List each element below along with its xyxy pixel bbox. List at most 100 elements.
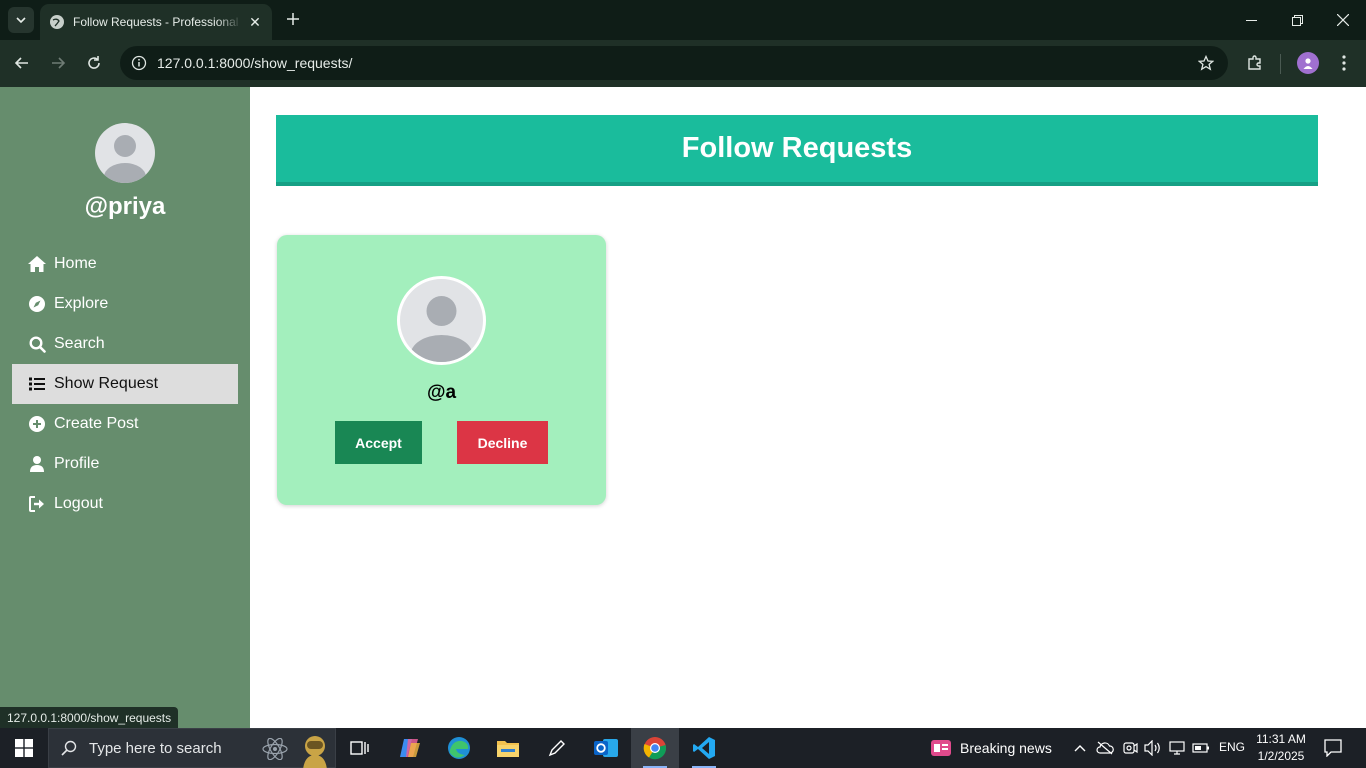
user-icon — [28, 455, 46, 473]
plus-icon — [287, 13, 299, 25]
back-button[interactable] — [8, 49, 36, 77]
close-tab-icon[interactable]: ✕ — [246, 13, 264, 31]
restore-icon — [1291, 14, 1303, 26]
chrome-icon — [643, 737, 667, 760]
requester-avatar[interactable] — [397, 276, 486, 365]
home-icon — [28, 255, 46, 273]
puzzle-icon — [1248, 55, 1261, 70]
sidebar-username: @priya — [84, 193, 166, 220]
notification-icon[interactable] — [1323, 738, 1343, 758]
decline-button[interactable]: Decline — [457, 421, 548, 464]
page-header: Follow Requests — [276, 115, 1318, 186]
chevron-up-icon[interactable] — [1070, 738, 1090, 758]
sidebar-item-home[interactable]: Home — [12, 244, 238, 284]
sidebar: @priya Home Explore Search Show Request … — [0, 87, 250, 728]
sidebar-item-profile[interactable]: Profile — [12, 444, 238, 484]
search-icon — [59, 738, 79, 758]
taskbar-outlook[interactable] — [582, 728, 630, 768]
browser-menu-button[interactable] — [1330, 49, 1358, 77]
atom-icon — [261, 737, 289, 765]
sidebar-item-label: Home — [54, 255, 97, 272]
globe-icon — [50, 15, 64, 29]
close-window-button[interactable] — [1320, 0, 1366, 40]
chevron-down-icon — [16, 17, 26, 24]
clock-time: 11:31 AM — [1256, 732, 1306, 746]
logout-icon — [28, 495, 46, 513]
plus-circle-icon — [28, 415, 46, 433]
language-indicator[interactable]: ENG — [1219, 740, 1245, 754]
taskbar-edge[interactable] — [435, 728, 483, 768]
network-icon[interactable] — [1167, 738, 1187, 758]
task-view-icon — [350, 741, 369, 755]
sidebar-item-logout[interactable]: Logout — [12, 484, 238, 524]
sidebar-item-label: Search — [54, 335, 105, 352]
browser-tab[interactable]: Follow Requests - Professional Network ✕ — [40, 4, 272, 40]
taskbar-search-placeholder: Type here to search — [89, 739, 222, 757]
sidebar-item-search[interactable]: Search — [12, 324, 238, 364]
arrow-left-icon — [14, 57, 28, 69]
news-widget-label[interactable]: Breaking news — [960, 740, 1052, 756]
taskbar-chrome[interactable] — [631, 728, 679, 768]
search-highlight-icon — [295, 731, 333, 768]
sidebar-item-create-post[interactable]: Create Post — [12, 404, 238, 444]
site-info-icon[interactable] — [129, 53, 149, 73]
default-avatar-icon — [104, 135, 146, 183]
link-status-bubble: 127.0.0.1:8000/show_requests — [0, 707, 179, 728]
outlook-icon — [594, 739, 618, 757]
bookmark-star-icon[interactable] — [1196, 53, 1216, 73]
sidebar-item-label: Create Post — [54, 415, 139, 432]
reload-icon — [88, 56, 100, 69]
taskbar-copilot[interactable] — [386, 728, 434, 768]
list-icon — [28, 375, 46, 393]
tab-search-button[interactable] — [8, 7, 34, 33]
taskbar-vscode[interactable] — [680, 728, 728, 768]
close-icon — [1337, 14, 1349, 26]
toolbar-divider — [1280, 54, 1281, 74]
start-button[interactable] — [0, 728, 48, 768]
minimize-button[interactable] — [1228, 0, 1274, 40]
reload-button[interactable] — [80, 49, 108, 77]
windows-logo-icon — [15, 739, 33, 757]
copilot-icon — [400, 739, 420, 757]
camera-icon[interactable] — [1120, 738, 1140, 758]
battery-icon[interactable] — [1191, 738, 1211, 758]
page-title: Follow Requests — [681, 132, 913, 164]
follow-request-card: @a Accept Decline — [277, 235, 606, 505]
sidebar-item-explore[interactable]: Explore — [12, 284, 238, 324]
cloud-offline-icon[interactable] — [1095, 738, 1115, 758]
new-tab-button[interactable] — [282, 8, 304, 30]
accept-button[interactable]: Accept — [335, 421, 422, 464]
sidebar-item-label: Logout — [54, 495, 103, 512]
user-avatar[interactable] — [95, 123, 155, 183]
requester-username: @a — [426, 382, 457, 403]
arrow-right-icon — [52, 57, 66, 69]
folder-icon — [497, 741, 519, 757]
restore-button[interactable] — [1274, 0, 1320, 40]
pen-icon — [548, 740, 565, 757]
minimize-icon — [1245, 19, 1257, 21]
address-bar[interactable]: 127.0.0.1:8000/show_requests/ — [120, 46, 1228, 80]
forward-button[interactable] — [44, 49, 72, 77]
sidebar-item-show-request[interactable]: Show Request — [12, 364, 238, 404]
taskbar-search-box[interactable]: Type here to search — [48, 728, 336, 768]
taskbar-pen-app[interactable] — [533, 728, 581, 768]
url-text[interactable]: 127.0.0.1:8000/show_requests/ — [157, 55, 352, 71]
speaker-icon[interactable] — [1143, 738, 1163, 758]
sidebar-item-label: Explore — [54, 295, 109, 312]
profile-avatar-icon[interactable] — [1297, 52, 1319, 74]
task-view-button[interactable] — [336, 728, 384, 768]
news-icon[interactable] — [930, 738, 952, 763]
taskbar-file-explorer[interactable] — [484, 728, 532, 768]
sidebar-item-label: Profile — [54, 455, 100, 472]
extensions-button[interactable] — [1241, 49, 1269, 77]
browser-toolbar: 127.0.0.1:8000/show_requests/ — [0, 40, 1366, 87]
edge-icon — [448, 737, 470, 759]
vscode-icon — [693, 737, 715, 759]
tab-title: Follow Requests - Professional Network — [73, 15, 242, 29]
sidebar-item-label: Show Request — [54, 375, 159, 392]
default-avatar-icon — [410, 296, 473, 362]
compass-icon — [28, 295, 46, 313]
taskbar-clock[interactable]: 11:31 AM 1/2/2025 — [1246, 731, 1316, 765]
windows-taskbar: Type here to search Breaking news ENG 11… — [0, 728, 1366, 768]
browser-tab-strip: Follow Requests - Professional Network ✕ — [0, 0, 1366, 40]
